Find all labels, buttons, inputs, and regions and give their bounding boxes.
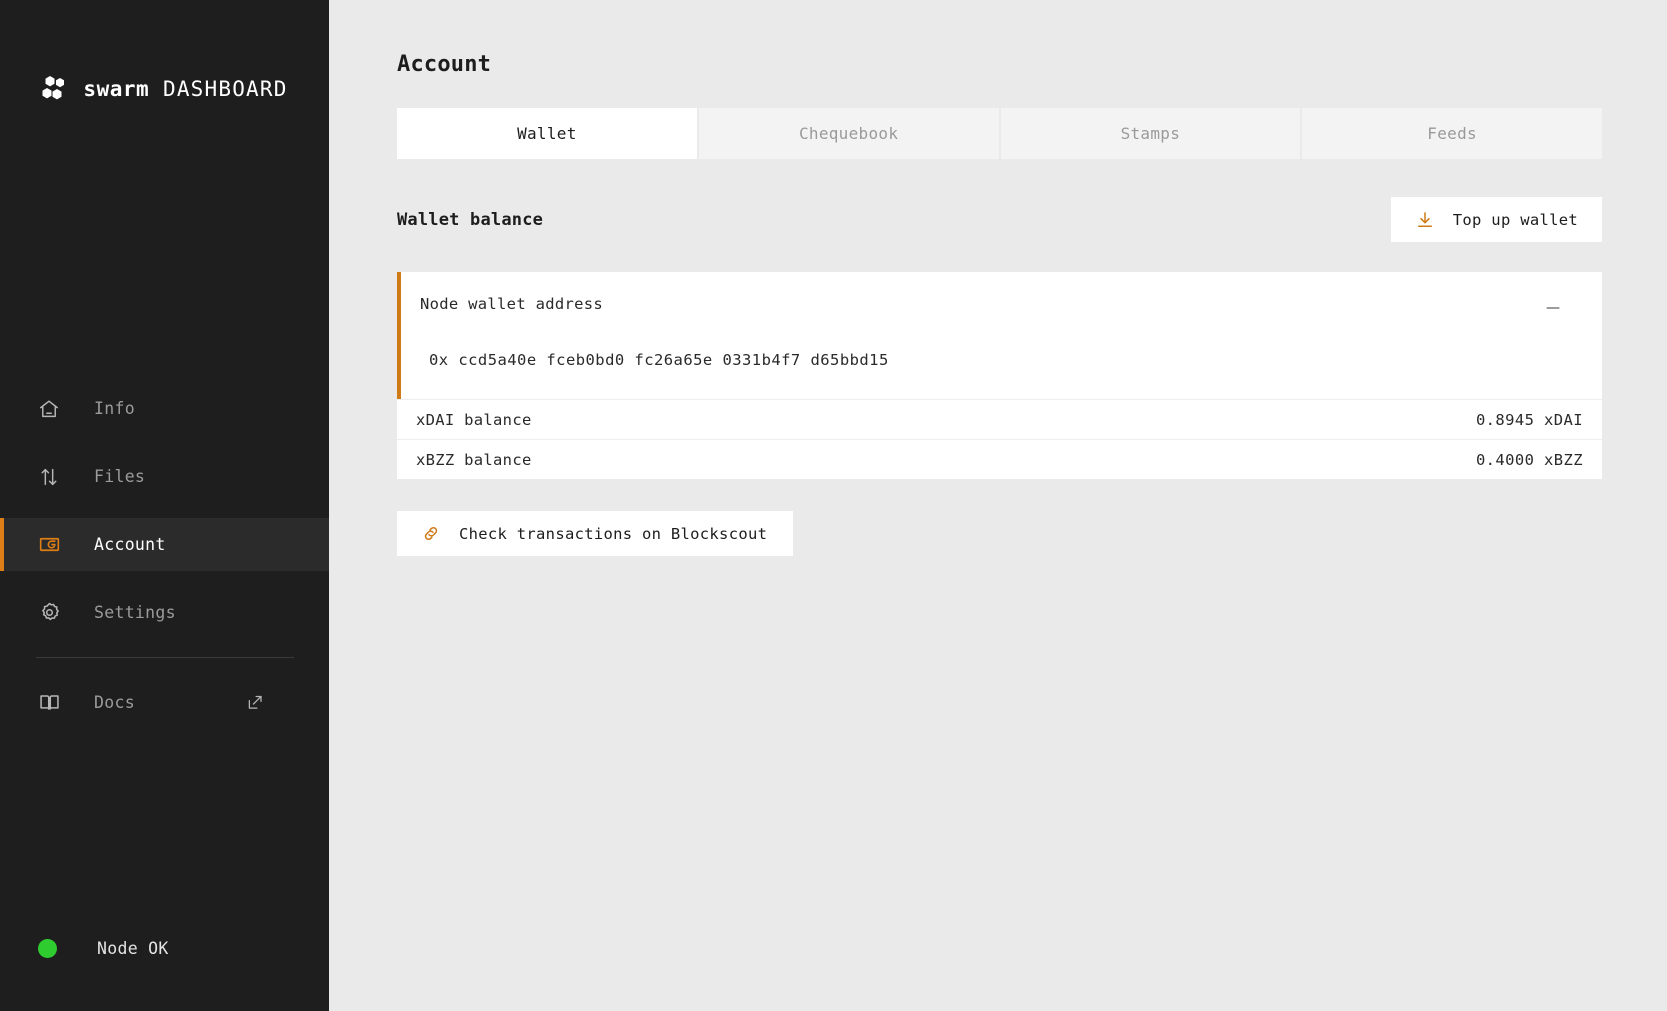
nav-gap xyxy=(0,503,329,518)
gear-icon xyxy=(36,600,62,626)
minus-icon xyxy=(1543,298,1563,321)
sidebar-item-info[interactable]: Info xyxy=(0,382,329,435)
main-content: Account Wallet Chequebook Stamps Feeds W… xyxy=(329,0,1667,1011)
balance-label: xDAI balance xyxy=(416,410,532,429)
collapse-card-button[interactable] xyxy=(1542,298,1564,320)
node-status: Node OK xyxy=(0,886,329,1011)
card-title: Node wallet address xyxy=(420,295,604,313)
status-indicator-dot xyxy=(38,939,57,958)
card-header: Node wallet address xyxy=(401,295,1602,320)
blockscout-label: Check transactions on Blockscout xyxy=(459,524,768,543)
tab-wallet[interactable]: Wallet xyxy=(397,108,697,159)
app-root: swarm DASHBOARD Info Files Account Setti… xyxy=(0,0,1667,1011)
top-up-wallet-label: Top up wallet xyxy=(1452,210,1578,229)
balance-label: xBZZ balance xyxy=(416,450,532,469)
tab-stamps[interactable]: Stamps xyxy=(1000,108,1301,159)
section-title: Wallet balance xyxy=(397,209,544,230)
sidebar-item-docs[interactable]: Docs xyxy=(0,676,329,729)
table-row: xDAI balance 0.8945 xDAI xyxy=(397,399,1602,439)
top-up-wallet-button[interactable]: Top up wallet xyxy=(1390,197,1602,242)
tab-chequebook[interactable]: Chequebook xyxy=(698,108,999,159)
page-title: Account xyxy=(397,52,492,77)
sidebar-item-label: Files xyxy=(94,467,146,486)
tab-bar: Wallet Chequebook Stamps Feeds xyxy=(397,108,1602,159)
nav-gap xyxy=(0,571,329,586)
sidebar-item-settings[interactable]: Settings xyxy=(0,586,329,639)
swarm-hexagon-logo-icon xyxy=(41,76,71,102)
balance-value: 0.8945 xDAI xyxy=(1475,410,1583,429)
logo-sub: DASHBOARD xyxy=(149,77,288,101)
nav-gap xyxy=(0,435,329,450)
logo-container: swarm DASHBOARD xyxy=(0,0,329,170)
home-icon xyxy=(36,396,62,422)
logo-text: swarm DASHBOARD xyxy=(83,77,287,101)
book-icon xyxy=(36,690,62,716)
app-logo: swarm DASHBOARD xyxy=(41,76,287,102)
table-row: xBZZ balance 0.4000 xBZZ xyxy=(397,439,1602,479)
sidebar-item-account[interactable]: Account xyxy=(0,518,329,571)
sidebar-item-label: Info xyxy=(94,399,135,418)
sidebar-item-label: Docs xyxy=(94,693,135,712)
logo-brand: swarm xyxy=(83,77,150,101)
download-arrow-icon xyxy=(1415,210,1435,230)
sidebar-item-files[interactable]: Files xyxy=(0,450,329,503)
sidebar-item-label: Settings xyxy=(94,603,176,622)
updown-arrows-icon xyxy=(36,464,62,490)
external-link-icon xyxy=(246,694,264,712)
check-transactions-blockscout-button[interactable]: Check transactions on Blockscout xyxy=(397,511,794,556)
tab-feeds[interactable]: Feeds xyxy=(1302,108,1602,159)
node-wallet-address-value: 0x ccd5a40e fceb0bd0 fc26a65e 0331b4f7 d… xyxy=(429,351,889,369)
sidebar-item-label: Account xyxy=(94,535,166,554)
wallet-icon xyxy=(36,532,62,558)
link-chain-icon xyxy=(421,524,441,544)
balance-value: 0.4000 xBZZ xyxy=(1475,450,1583,469)
sidebar-nav: Info Files Account Settings Docs xyxy=(0,382,329,729)
node-wallet-address-card: Node wallet address 0x ccd5a40e fceb0bd0… xyxy=(397,272,1602,399)
wallet-balance-header: Wallet balance Top up wallet xyxy=(397,197,1602,242)
status-badge: Node OK xyxy=(97,939,169,958)
sidebar-divider xyxy=(36,657,294,658)
sidebar: swarm DASHBOARD Info Files Account Setti… xyxy=(0,0,329,1011)
